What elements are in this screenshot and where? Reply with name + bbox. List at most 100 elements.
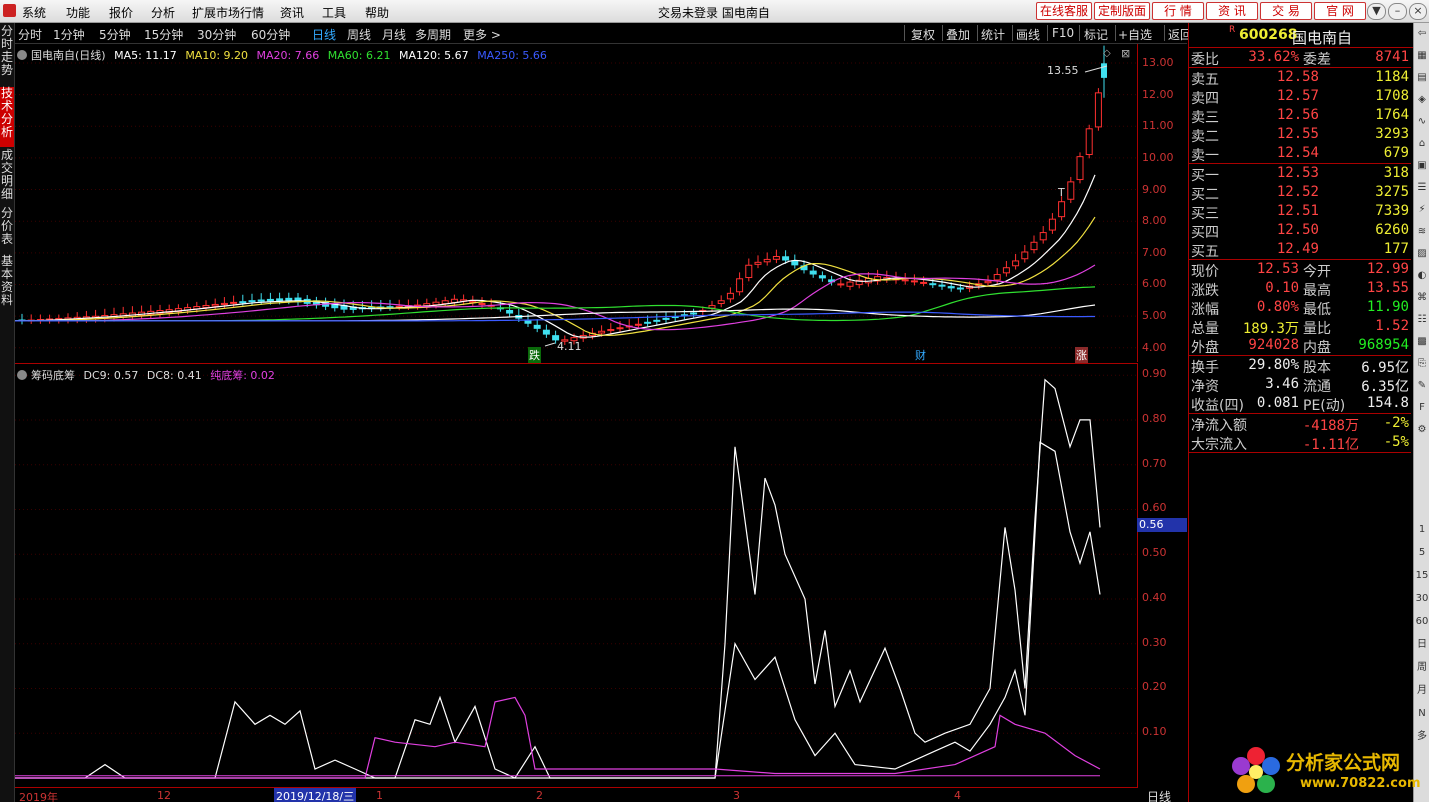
period-shortcut[interactable]: 15 (1415, 569, 1429, 583)
menu-quote[interactable]: 报价 (109, 4, 133, 21)
period-30min[interactable]: 30分钟 (197, 26, 236, 43)
close-icon[interactable]: × (1409, 3, 1427, 20)
official-site-button[interactable]: 官 网 (1314, 2, 1366, 20)
period-daily[interactable]: 日线 (312, 26, 336, 43)
collapse-icon[interactable] (17, 50, 27, 60)
bid-price: 12.49 (1276, 241, 1319, 257)
market-button[interactable]: 行 情 (1152, 2, 1204, 20)
mark-button[interactable]: 标记 (1084, 26, 1108, 43)
menu-help[interactable]: 帮助 (365, 4, 389, 21)
bid-row[interactable]: 买二 12.52 3275 (1189, 183, 1411, 203)
menu-analysis[interactable]: 分析 (151, 4, 175, 21)
tool-icon[interactable]: ☰ (1415, 181, 1429, 195)
tool-icon[interactable]: ▩ (1415, 335, 1429, 349)
period-shortcut[interactable]: 5 (1415, 546, 1429, 560)
draw-line-button[interactable]: 画线 (1016, 26, 1040, 43)
settings-icon[interactable]: ▼ (1367, 3, 1386, 20)
tab-intraday[interactable]: 分时走势 (0, 25, 14, 85)
marker-finance[interactable]: 财 (915, 347, 926, 363)
tab-trade-details[interactable]: 成交明细 (0, 149, 14, 205)
tool-icon[interactable]: ▨ (1415, 247, 1429, 261)
period-15min[interactable]: 15分钟 (144, 26, 183, 43)
menu-function[interactable]: 功能 (66, 4, 90, 21)
period-indicator[interactable]: 日线 (1147, 788, 1171, 802)
period-intraday[interactable]: 分时 (18, 26, 42, 43)
period-shortcut[interactable]: 月 (1415, 684, 1429, 698)
tool-icon[interactable]: ▦ (1415, 49, 1429, 63)
indicator-tick-label: 0.30 (1142, 635, 1167, 649)
candle-body (607, 329, 615, 332)
chip-indicator-chart[interactable] (15, 364, 1137, 788)
stat-label: 涨幅 (1191, 302, 1219, 318)
menu-tools[interactable]: 工具 (322, 4, 346, 21)
ask-row[interactable]: 卖五 12.58 1184 (1189, 68, 1411, 88)
tool-icon[interactable]: ≋ (1415, 225, 1429, 239)
menu-system[interactable]: 系统 (22, 4, 46, 21)
f10-button[interactable]: F10 (1052, 26, 1074, 40)
add-watchlist-button[interactable]: +自选 (1118, 26, 1152, 43)
tool-icon[interactable]: ☷ (1415, 313, 1429, 327)
period-shortcut[interactable]: 多 (1415, 730, 1429, 744)
marker-fall[interactable]: 跌 (528, 347, 541, 363)
period-multi[interactable]: 多周期 (415, 26, 451, 43)
period-weekly[interactable]: 周线 (347, 26, 371, 43)
bid-row[interactable]: 买一 12.53 318 (1189, 164, 1411, 184)
period-shortcut[interactable]: N (1415, 707, 1429, 721)
period-shortcut[interactable]: 30 (1415, 592, 1429, 606)
tab-price-distribution[interactable]: 分价表 (0, 207, 14, 251)
overlay-button[interactable]: 叠加 (946, 26, 970, 43)
menu-extended-market[interactable]: 扩展市场行情 (192, 4, 264, 21)
tool-icon[interactable]: ◈ (1415, 93, 1429, 107)
period-shortcut[interactable]: 周 (1415, 661, 1429, 675)
tool-icon[interactable]: ∿ (1415, 115, 1429, 129)
online-service-button[interactable]: 在线客服 (1036, 2, 1092, 20)
pane-close-icon[interactable]: ⊠ (1121, 47, 1130, 60)
tool-icon[interactable]: ⚡ (1415, 203, 1429, 217)
period-shortcut[interactable]: 60 (1415, 615, 1429, 629)
marker-rise[interactable]: 涨 (1075, 347, 1088, 363)
bid-row[interactable]: 买五 12.49 177 (1189, 240, 1411, 260)
bid-row[interactable]: 买三 12.51 7339 (1189, 202, 1411, 222)
candle-body (809, 270, 817, 275)
period-shortcut[interactable]: 日 (1415, 638, 1429, 652)
tool-icon[interactable]: ⌂ (1415, 137, 1429, 151)
ask-row[interactable]: 卖一 12.54 679 (1189, 144, 1411, 164)
indicator-pane[interactable]: 筹码底筹 DC9: 0.57 DC8: 0.41 纯底筹: 0.02 (15, 363, 1138, 788)
period-5min[interactable]: 5分钟 (99, 26, 131, 43)
tool-icon[interactable]: ⇦ (1415, 27, 1429, 41)
ask-row[interactable]: 卖二 12.55 3293 (1189, 125, 1411, 145)
ask-row[interactable]: 卖三 12.56 1764 (1189, 106, 1411, 126)
candlestick-chart[interactable] (15, 44, 1137, 362)
bid-row[interactable]: 买四 12.50 6260 (1189, 221, 1411, 241)
statistics-button[interactable]: 统计 (981, 26, 1005, 43)
tool-icon[interactable]: ▤ (1415, 71, 1429, 85)
period-1min[interactable]: 1分钟 (53, 26, 85, 43)
tool-icon[interactable]: ⎘ (1415, 357, 1429, 371)
ask-row[interactable]: 卖四 12.57 1708 (1189, 87, 1411, 107)
tool-icon[interactable]: ▣ (1415, 159, 1429, 173)
collapse-icon[interactable] (17, 370, 27, 380)
tool-icon[interactable]: ⌘ (1415, 291, 1429, 305)
period-more[interactable]: 更多 > (463, 26, 501, 43)
price-chart-pane[interactable]: 国电南自(日线) MA5: 11.17 MA10: 9.20 MA20: 7.6… (15, 44, 1138, 363)
finance-label: 换手 (1191, 360, 1219, 376)
tab-technical-analysis[interactable]: 技术分析 (0, 87, 14, 147)
stat-label: 最高 (1303, 283, 1331, 299)
period-monthly[interactable]: 月线 (382, 26, 406, 43)
adjust-button[interactable]: 复权 (911, 26, 935, 43)
tool-icon[interactable]: F (1415, 401, 1429, 415)
period-60min[interactable]: 60分钟 (251, 26, 290, 43)
diamond-icon[interactable]: ◇ (1103, 48, 1111, 59)
period-shortcut[interactable]: 1 (1415, 523, 1429, 537)
news-button[interactable]: 资 讯 (1206, 2, 1258, 20)
tool-icon[interactable]: ◐ (1415, 269, 1429, 283)
price-tick-label: 8.00 (1142, 214, 1167, 228)
tab-fundamentals[interactable]: 基本资料 (0, 255, 14, 315)
minimize-icon[interactable]: – (1388, 3, 1407, 20)
trade-button[interactable]: 交 易 (1260, 2, 1312, 20)
custom-layout-button[interactable]: 定制版面 (1094, 2, 1150, 20)
tool-icon[interactable]: ⚙ (1415, 423, 1429, 437)
menu-news[interactable]: 资讯 (280, 4, 304, 21)
tool-icon[interactable]: ✎ (1415, 379, 1429, 393)
candle-body (478, 302, 486, 305)
